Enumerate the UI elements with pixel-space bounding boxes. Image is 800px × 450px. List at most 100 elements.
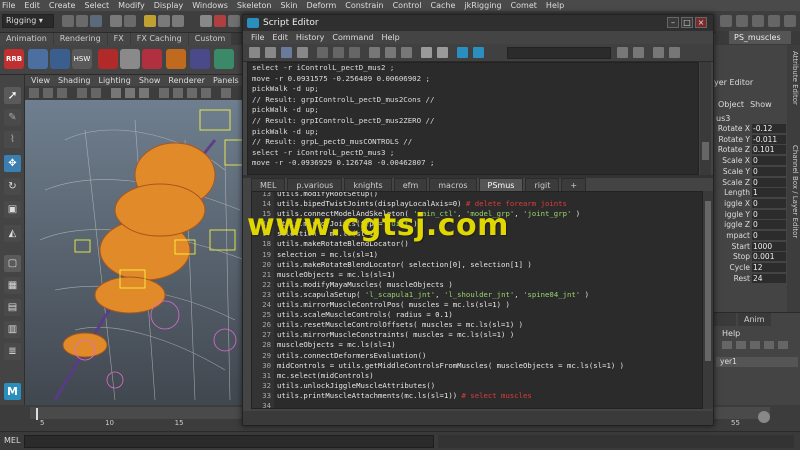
editor-scroll-thumb[interactable] (705, 201, 711, 361)
channel-box-tab[interactable]: Channel Box / Layer Editor (788, 145, 799, 238)
channel-value-field[interactable]: 1000 (752, 241, 786, 251)
toggle-channel-box-icon[interactable] (720, 15, 732, 27)
image-plane-icon[interactable] (57, 88, 67, 98)
grid-toggle-icon[interactable] (77, 88, 87, 98)
script-tab[interactable]: efm (393, 178, 428, 191)
channel-box-menu-item[interactable]: Object (718, 100, 744, 112)
shelf-tab[interactable]: FX Caching (130, 33, 188, 45)
toggle-attr-editor-icon[interactable] (736, 15, 748, 27)
channel-row[interactable]: Rotate Y -0.011 (714, 134, 787, 145)
se-menu-file[interactable]: File (251, 33, 264, 42)
shelf-tab[interactable]: Animation (0, 33, 53, 45)
last-tool-icon[interactable]: ◭ (4, 225, 21, 242)
channel-row[interactable]: iggle Y0 (714, 209, 787, 220)
brush-shelf-icon[interactable] (28, 49, 48, 69)
constraint-shelf-icon[interactable] (190, 49, 210, 69)
menu-skin[interactable]: Skin (281, 1, 298, 10)
channel-value-field[interactable]: 0 (752, 177, 786, 187)
save-script-icon[interactable] (281, 47, 292, 58)
viewport[interactable] (25, 100, 250, 405)
script-tab[interactable]: MEL (251, 178, 286, 191)
echo-commands-icon[interactable] (421, 47, 432, 58)
clear-input-icon[interactable] (333, 47, 344, 58)
mode-select[interactable]: Rigging ▾ (2, 14, 54, 28)
layer-down-icon[interactable] (778, 341, 788, 349)
menu-comet[interactable]: Comet (511, 1, 537, 10)
select-object-icon[interactable] (124, 15, 136, 27)
channel-row[interactable]: Scale Y0 (714, 166, 787, 177)
python-shelf-icon[interactable] (214, 49, 234, 69)
channel-value-field[interactable]: 0 (752, 166, 786, 176)
new-scene-icon[interactable] (62, 15, 74, 27)
toggle-modeling-toolkit-icon[interactable] (768, 15, 780, 27)
channel-value-field[interactable]: 12 (752, 263, 786, 273)
layer-help-menu[interactable]: Help (722, 329, 740, 338)
script-editor-titlebar[interactable]: Script Editor – □ × (243, 15, 713, 31)
paint-select-icon[interactable]: ⌇ (4, 131, 21, 148)
smooth-shade-icon[interactable] (125, 88, 135, 98)
script-tab[interactable]: + (561, 178, 587, 191)
hsw-shelf-button[interactable]: HSW (72, 49, 92, 69)
current-time-marker[interactable] (36, 408, 38, 420)
toggle-outliner-icon[interactable] (784, 15, 796, 27)
indent-icon[interactable] (669, 47, 680, 58)
maximize-icon[interactable]: □ (681, 17, 693, 28)
shelf-tab[interactable]: Custom (188, 33, 232, 45)
show-history-icon[interactable] (369, 47, 380, 58)
menu-cache[interactable]: Cache (431, 1, 456, 10)
display-layer-tab[interactable] (714, 313, 736, 326)
record-icon[interactable] (214, 15, 226, 27)
playback-options-icon[interactable] (758, 411, 770, 423)
deform-shelf-icon[interactable] (166, 49, 186, 69)
snap-grid-icon[interactable] (158, 15, 170, 27)
panel-menu-item[interactable]: Lighting (98, 76, 130, 85)
select-hierarchy-icon[interactable] (110, 15, 122, 27)
channel-row[interactable]: Scale Z0 (714, 177, 787, 188)
menu-modify[interactable]: Modify (118, 1, 145, 10)
channel-row[interactable]: Scale X0 (714, 156, 787, 166)
channel-value-field[interactable]: 0 (752, 156, 786, 166)
menu-jkrigging[interactable]: jkRigging (464, 1, 501, 10)
close-icon[interactable]: × (695, 17, 707, 28)
search-prev-icon[interactable] (617, 47, 628, 58)
menu-control[interactable]: Control (393, 1, 422, 10)
save-scene-icon[interactable] (90, 15, 102, 27)
clear-history-icon[interactable] (317, 47, 328, 58)
se-menu-command[interactable]: Command (332, 33, 373, 42)
menu-file[interactable]: File (2, 1, 15, 10)
channel-row[interactable]: Cycle 12 (714, 263, 787, 273)
camera-attrs-icon[interactable] (29, 88, 39, 98)
rrb-shelf-button[interactable]: RRB (4, 49, 24, 69)
script-history-pane[interactable]: select -r iControlL_pectD_mus2 ; move -r … (247, 62, 699, 175)
channel-row[interactable]: iggle Z0 (714, 220, 787, 230)
snap-curve-icon[interactable] (172, 15, 184, 27)
save-to-shelf-icon[interactable] (297, 47, 308, 58)
panel-menu-item[interactable]: Renderer (168, 76, 205, 85)
menu-windows[interactable]: Windows (192, 1, 228, 10)
se-menu-history[interactable]: History (296, 33, 324, 42)
render-icon[interactable] (228, 15, 240, 27)
execute-all-icon[interactable] (457, 47, 468, 58)
channel-row[interactable]: Start 1000 (714, 241, 787, 252)
toggle-tool-settings-icon[interactable] (752, 15, 764, 27)
scale-tool-icon[interactable]: ▣ (4, 201, 21, 218)
skin-shelf-icon[interactable] (120, 49, 140, 69)
isolate-select-icon[interactable] (221, 88, 231, 98)
show-input-icon[interactable] (385, 47, 396, 58)
channel-row[interactable]: Rotate X -0.12 (714, 124, 787, 134)
paint-shelf-icon[interactable] (98, 49, 118, 69)
channel-value-field[interactable]: 1 (752, 188, 786, 198)
channel-value-field[interactable]: 0 (752, 231, 786, 240)
channel-row[interactable]: Rotate Z 0.101 (714, 145, 787, 155)
history-scrollbar[interactable] (700, 62, 711, 175)
four-view-icon[interactable]: ▦ (4, 277, 21, 294)
xray-joints-icon[interactable] (201, 88, 211, 98)
script-tab[interactable]: macros (429, 178, 477, 191)
wand-shelf-icon[interactable] (50, 49, 70, 69)
pick-mask-icon[interactable] (144, 15, 156, 27)
channel-box-menu-item[interactable]: Show (750, 100, 772, 112)
search-next-icon[interactable] (633, 47, 644, 58)
shelf-tab[interactable]: FX (107, 33, 130, 45)
persp-graph-icon[interactable]: ▥ (4, 321, 21, 338)
menu-display[interactable]: Display (154, 1, 184, 10)
